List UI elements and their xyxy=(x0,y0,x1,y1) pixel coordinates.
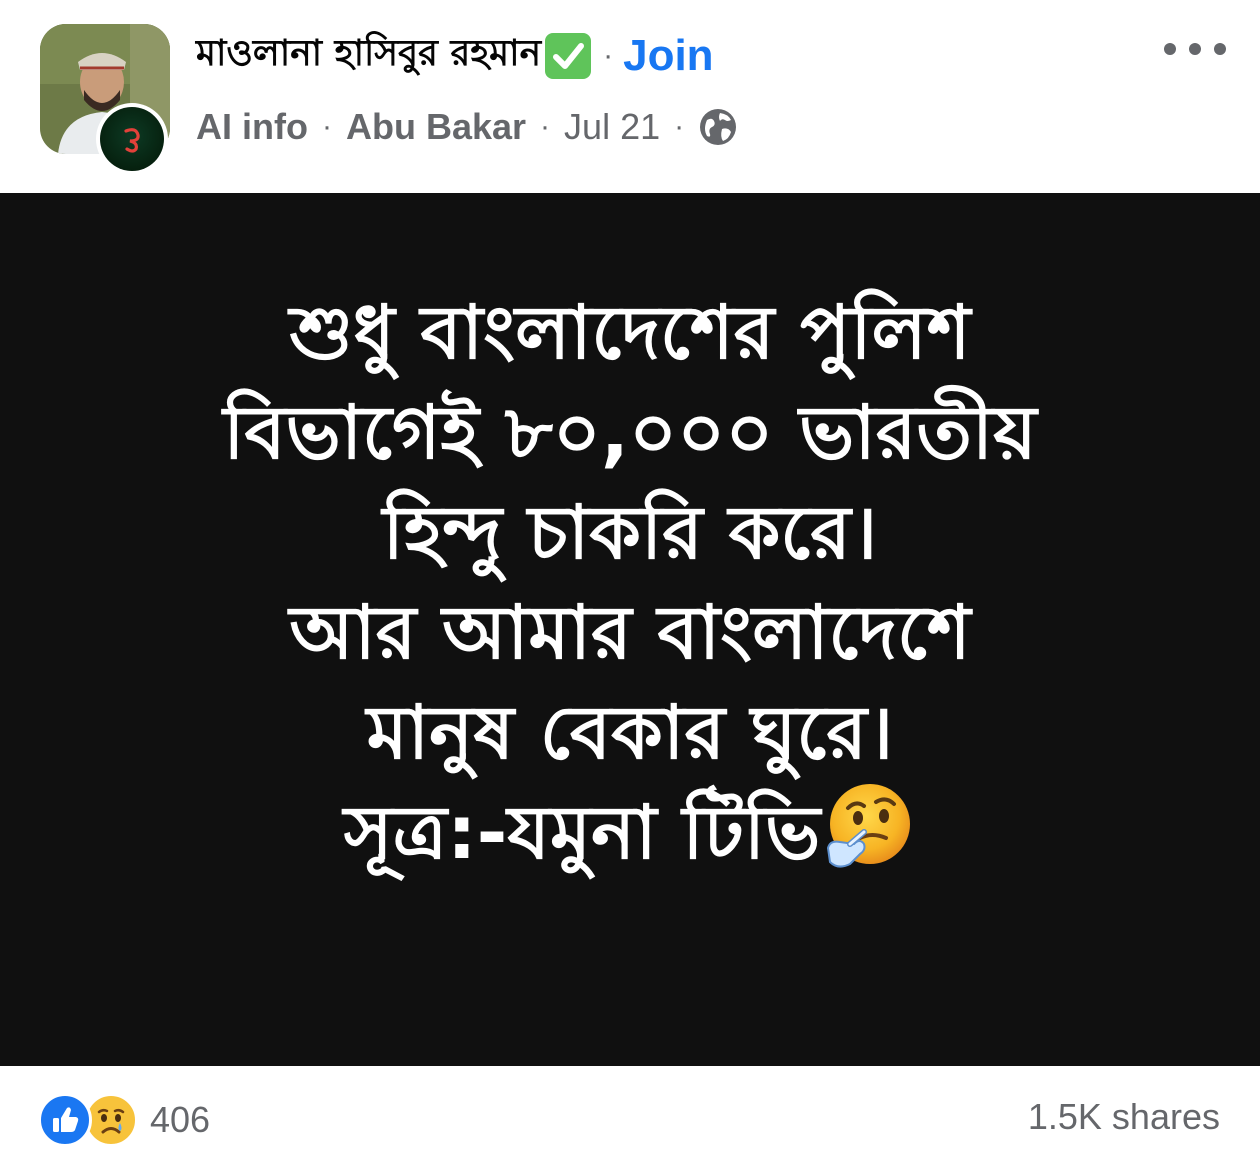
check-mark-button-icon xyxy=(545,33,592,79)
more-options-icon[interactable] xyxy=(1164,36,1226,62)
shares-count[interactable]: 1.5K shares xyxy=(1028,1096,1220,1138)
separator-dot: · xyxy=(603,39,614,72)
meta-separator: · xyxy=(674,110,685,143)
meta-separator: · xyxy=(540,110,551,143)
badge-logo-icon xyxy=(124,128,140,153)
like-icon xyxy=(38,1093,92,1147)
post-meta: AI info · Abu Bakar · Jul 21 · xyxy=(196,102,738,152)
ai-info-link[interactable]: AI info xyxy=(196,106,308,148)
post-line: হিন্দু চাকরি করে। xyxy=(382,490,878,576)
meta-separator: · xyxy=(321,110,332,143)
more-dot xyxy=(1189,43,1201,55)
author-name[interactable]: Abu Bakar xyxy=(346,106,526,148)
more-dot xyxy=(1164,43,1176,55)
post-date[interactable]: Jul 21 xyxy=(564,106,660,148)
more-dot xyxy=(1214,43,1226,55)
join-button[interactable]: Join xyxy=(623,31,713,81)
thinking-face-icon xyxy=(820,778,916,874)
post-text-background: শুধু বাংলাদেশের পুলিশ বিভাগেই ৮০,০০০ ভার… xyxy=(0,193,1260,1066)
source-text: সূত্র:-যমুনা টিভি xyxy=(343,790,821,876)
post-line: বিভাগেই ৮০,০০০ ভারতীয় xyxy=(223,390,1037,476)
reactions-summary[interactable]: 406 xyxy=(38,1092,210,1148)
post-line-source: সূত্র:-যমুনা টিভি xyxy=(0,783,1260,883)
post-header: মাওলানা হাসিবুর রহমান · Join AI info · A… xyxy=(0,0,1260,193)
post-line: মানুষ বেকার ঘুরে। xyxy=(366,690,894,776)
page-name-row: মাওলানা হাসিবুর রহমান · Join xyxy=(196,28,714,84)
page-badge xyxy=(96,103,168,175)
sad-icon xyxy=(84,1093,138,1147)
reaction-count: 406 xyxy=(150,1099,211,1140)
post-line: শুধু বাংলাদেশের পুলিশ xyxy=(289,290,971,376)
page-avatar[interactable] xyxy=(40,24,170,175)
page-name[interactable]: মাওলানা হাসিবুর রহমান xyxy=(196,26,541,86)
globe-icon[interactable] xyxy=(698,107,738,147)
post-line: আর আমার বাংলাদেশে xyxy=(289,590,971,676)
post-footer: 406 1.5K shares xyxy=(0,1066,1260,1169)
post-text: শুধু বাংলাদেশের পুলিশ বিভাগেই ৮০,০০০ ভার… xyxy=(0,283,1260,883)
